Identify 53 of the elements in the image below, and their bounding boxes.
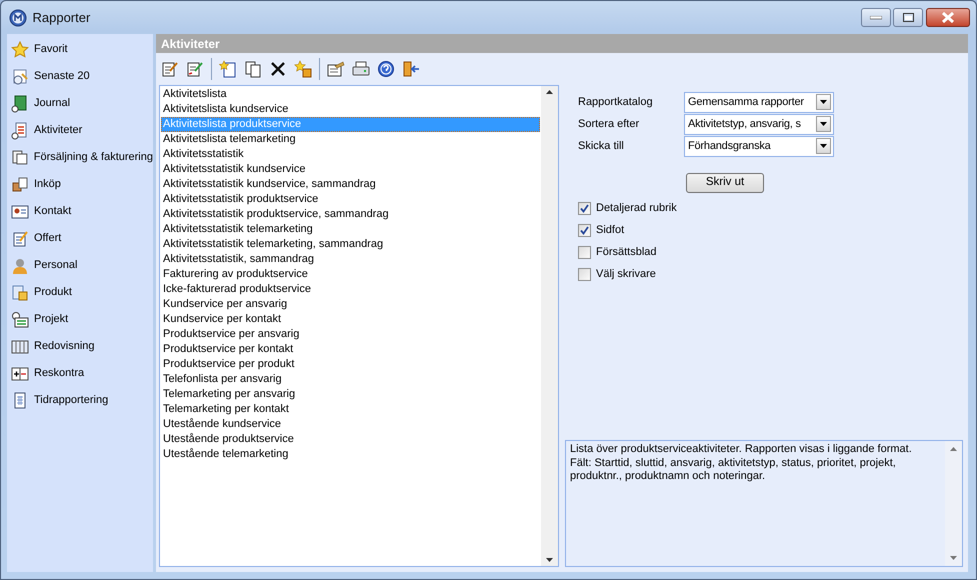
description-text: Lista över produktserviceaktiviteter. Rapporten visas i liggande format. — [570, 443, 913, 456]
report-list-item[interactable]: Kundservice per kontakt — [161, 312, 540, 327]
dropdown[interactable]: Förhandsgranska — [684, 136, 834, 156]
checkbox-label: Välj skrivare — [596, 266, 656, 282]
report-list-item[interactable]: Utestående telemarketing — [161, 447, 540, 462]
report-list-item[interactable]: Aktivitetsstatistik kundservice — [161, 162, 540, 177]
sidebar-item[interactable]: Personal — [7, 252, 153, 279]
sidebar-item[interactable]: Offert — [7, 225, 153, 252]
print-button[interactable]: Skriv ut — [686, 173, 764, 193]
field-label: Skicka till — [578, 138, 625, 154]
report-list-item[interactable]: Utestående produktservice — [161, 432, 540, 447]
sidebar-item[interactable]: Kontakt — [7, 198, 153, 225]
checkbox-label: Detaljerad rubrik — [596, 200, 677, 216]
report-list-item[interactable]: Aktivitetsstatistik produktservice, sammandrag — [161, 207, 540, 222]
sidebar-item[interactable]: Reskontra — [7, 360, 153, 387]
sidebar-item[interactable]: Tidrapportering — [7, 387, 153, 414]
report-list-item[interactable]: Fakturering av produktservice — [161, 267, 540, 282]
report-list-item[interactable]: Aktivitetslista — [161, 87, 540, 102]
report-list-item[interactable]: Telefonlista per ansvarig — [161, 372, 540, 387]
sidebar-item[interactable]: Favorit — [7, 36, 153, 63]
sidebar-item[interactable]: Projekt — [7, 306, 153, 333]
field-label: Sortera efter — [578, 116, 640, 132]
sidebar-item[interactable]: Försäljning & fakturering — [7, 144, 153, 171]
report-list-item[interactable]: Telemarketing per kontakt — [161, 402, 540, 417]
checkbox-label: Försättsblad — [596, 244, 657, 260]
panel-title: Aktiviteter — [156, 34, 968, 53]
dropdown[interactable]: Aktivitetstyp, ansvarig, s — [684, 114, 834, 134]
sidebar-item[interactable]: Aktiviteter — [7, 117, 153, 144]
report-list-item[interactable]: Utestående kundservice — [161, 417, 540, 432]
report-list-item[interactable]: Aktivitetslista kundservice — [161, 102, 540, 117]
field-label: Rapportkatalog — [578, 94, 654, 110]
report-list-item[interactable]: Aktivitetslista telemarketing — [161, 132, 540, 147]
report-list-item[interactable]: Aktivitetsstatistik kundservice, sammandrag — [161, 177, 540, 192]
report-list-item[interactable]: Icke-fakturerad produktservice — [161, 282, 540, 297]
report-list-item[interactable]: Kundservice per ansvarig — [161, 297, 540, 312]
report-list-item[interactable]: Aktivitetsstatistik telemarketing — [161, 222, 540, 237]
checkbox-label: Sidfot — [596, 222, 624, 238]
report-list-item[interactable]: Produktservice per ansvarig — [161, 327, 540, 342]
report-list-item[interactable]: Produktservice per produkt — [161, 357, 540, 372]
sidebar-item[interactable]: Produkt — [7, 279, 153, 306]
report-list-item[interactable]: Aktivitetsstatistik produktservice — [161, 192, 540, 207]
window-title: Rapporter — [32, 8, 90, 27]
sidebar-item[interactable]: Journal — [7, 90, 153, 117]
report-list-item[interactable]: Aktivitetsstatistik, sammandrag — [161, 252, 540, 267]
report-list-item[interactable]: Telemarketing per ansvarig — [161, 387, 540, 402]
report-list-item[interactable]: Aktivitetsstatistik — [161, 147, 540, 162]
sidebar-item[interactable]: Inköp — [7, 171, 153, 198]
report-list-item[interactable]: Produktservice per kontakt — [161, 342, 540, 357]
report-list-item[interactable]: Aktivitetsstatistik telemarketing, sammandrag — [161, 237, 540, 252]
dropdown[interactable]: Gemensamma rapporter — [684, 92, 834, 112]
sidebar-item[interactable]: Redovisning — [7, 333, 153, 360]
description-text: Fält: Starttid, sluttid, ansvarig, aktivitetstyp, status, prioritet, projekt, produktnr., produktnamn och noteringar. — [570, 456, 897, 484]
sidebar-item[interactable]: Senaste 20 — [7, 63, 153, 90]
